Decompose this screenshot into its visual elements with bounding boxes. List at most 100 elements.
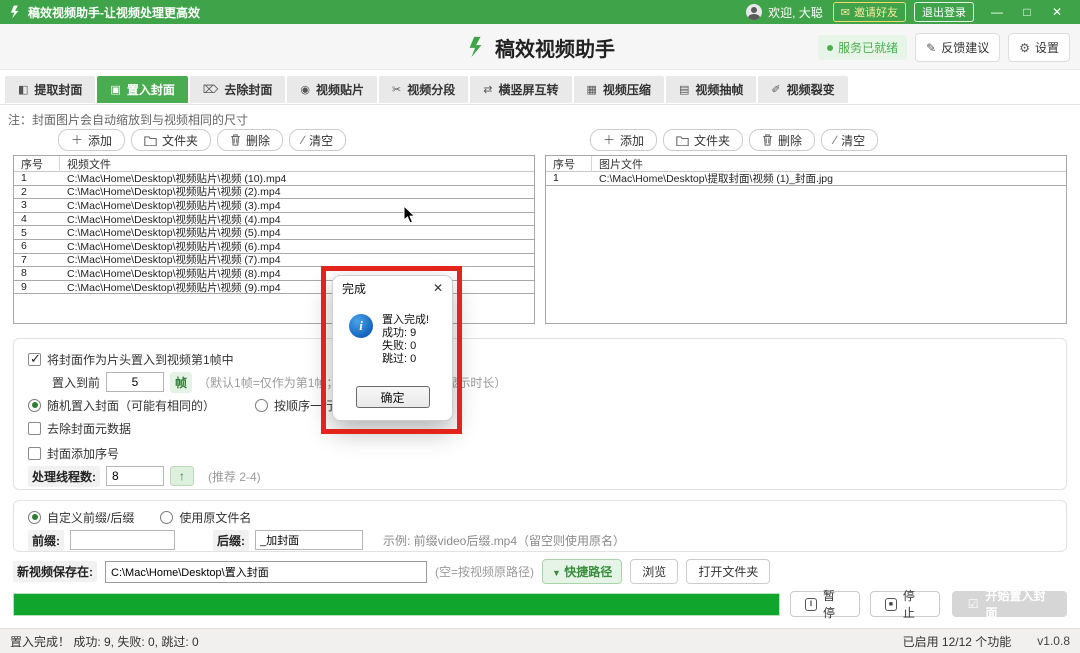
gear-icon: ⚙ <box>1019 41 1030 55</box>
tab-bar: ◧ 提取封面 ▣置入封面⌦去除封面 ◉ 视频贴片 ✂ 视频分段 ⇄横竖屏互转▦视频压缩 ▤ 视频抽… <box>5 76 1075 104</box>
image-panel: ＋ 添加 文件夹 删除 ∕ 清空 序号 图片文件 1C:\Mac\Home\De… <box>545 129 1067 324</box>
feedback-button[interactable]: ✎ 反馈建议 <box>915 33 1000 62</box>
dialog-fail-count: 失败: 0 <box>382 340 429 353</box>
tab-remove-cover[interactable]: ⌦去除封面 <box>190 76 286 103</box>
options-panel: 将封面作为片头置入到视频第1帧中 置入到前 帧 （默认1帧=仅作为第1帧；设置多… <box>13 338 1067 490</box>
open-folder-button[interactable]: 打开文件夹 <box>686 559 770 584</box>
add-image-button[interactable]: ＋ 添加 <box>590 129 657 151</box>
dialog-ok-button[interactable]: 确定 <box>356 386 430 408</box>
frames-unit-label: 帧 <box>170 372 192 393</box>
tab-label: 视频裂变 <box>787 81 835 98</box>
video-split-icon: ✂ <box>392 83 401 96</box>
dialog-skip-count: 跳过: 0 <box>382 353 429 366</box>
save-path-row: 新视频保存在: (空=按视频原路径) ▼ 快捷路径 浏览 打开文件夹 <box>13 559 1067 584</box>
clear-pen-icon: ∕ <box>302 134 304 146</box>
embed-first-frame-checkbox[interactable] <box>28 353 41 366</box>
browse-button[interactable]: 浏览 <box>630 559 678 584</box>
custom-affix-radio[interactable] <box>28 511 41 524</box>
add-index-checkbox[interactable] <box>28 447 41 460</box>
tab-label: 去除封面 <box>224 81 272 98</box>
tab-video-sticker[interactable]: ◉ 视频贴片 <box>287 76 377 103</box>
row-index: 6 <box>14 240 60 252</box>
status-bar: 置入完成！ 成功: 9, 失败: 0, 跳过: 0 已启用 12/12 个功能 … <box>0 628 1080 653</box>
add-video-button[interactable]: ＋ 添加 <box>58 129 125 151</box>
start-insert-button[interactable]: ☑ 开始置入封面 <box>952 591 1067 617</box>
features-enabled: 已启用 12/12 个功能 <box>903 633 1012 650</box>
delete-image-button[interactable]: 删除 <box>749 129 815 151</box>
page-title: 稿效视频助手 <box>495 33 615 62</box>
maximize-button[interactable]: □ <box>1012 5 1042 19</box>
add-index-label: 封面添加序号 <box>47 445 119 462</box>
minimize-button[interactable]: — <box>982 5 1012 19</box>
video-table: 序号 视频文件 1C:\Mac\Home\Desktop\视频贴片\视频 (10… <box>13 155 535 324</box>
naming-example: 示例: 前缀video后缀.mp4（留空则使用原名） <box>383 532 625 549</box>
tab-label: 视频分段 <box>407 81 455 98</box>
stop-icon: ■ <box>885 598 897 611</box>
dialog-close-icon[interactable]: ✕ <box>433 281 443 295</box>
table-row[interactable]: 1C:\Mac\Home\Desktop\提取封面\视频 (1)_封面.jpg <box>546 172 1066 186</box>
clear-video-button[interactable]: ∕ 清空 <box>289 129 346 151</box>
note-text: 注：封面图片会自动缩放到与视频相同的尺寸 <box>8 111 248 128</box>
feedback-pen-icon: ✎ <box>926 41 936 55</box>
tab-insert-cover[interactable]: ▣置入封面 <box>97 76 187 103</box>
tab-frame-extract[interactable]: ▤ 视频抽帧 <box>666 76 756 103</box>
remove-metadata-checkbox[interactable] <box>28 422 41 435</box>
save-path-input[interactable] <box>105 561 427 583</box>
random-insert-radio[interactable] <box>28 399 41 412</box>
suffix-input[interactable] <box>255 530 363 550</box>
add-video-folder-button[interactable]: 文件夹 <box>131 129 211 151</box>
row-index: 9 <box>14 281 60 293</box>
frame-extract-icon: ▤ <box>679 83 689 96</box>
add-image-folder-button[interactable]: 文件夹 <box>663 129 743 151</box>
settings-button[interactable]: ⚙ 设置 <box>1008 33 1070 62</box>
pause-button[interactable]: ‖ 暂停 <box>790 591 860 617</box>
tab-video-split[interactable]: ✂ 视频分段 <box>379 76 468 103</box>
status-dot-icon <box>827 45 833 51</box>
prefix-input[interactable] <box>70 530 175 550</box>
progress-bar <box>13 593 780 616</box>
extract-cover-icon: ◧ <box>18 83 28 96</box>
stop-button[interactable]: ■ 停止 <box>870 591 940 617</box>
tab-extract-cover[interactable]: ◧ 提取封面 <box>5 76 95 103</box>
original-name-radio[interactable] <box>160 511 173 524</box>
image-table-header: 序号 图片文件 <box>546 156 1066 172</box>
dialog-title: 完成 <box>342 280 366 297</box>
logout-button[interactable]: 退出登录 <box>914 2 974 22</box>
video-panel: ＋ 添加 文件夹 删除 ∕ 清空 序号 视频文件 1C:\Mac\Home\De… <box>13 129 535 324</box>
envelope-icon: ✉ <box>841 6 850 19</box>
threads-up-button[interactable]: ↑ <box>170 466 194 486</box>
sequential-insert-radio[interactable] <box>255 399 268 412</box>
threads-input[interactable] <box>106 466 164 486</box>
tab-video-fission[interactable]: ✐视频裂变 <box>758 76 847 103</box>
suffix-label: 后缀: <box>213 530 249 551</box>
random-insert-label: 随机置入封面（可能有相同的） <box>47 397 215 414</box>
quick-path-button[interactable]: ▼ 快捷路径 <box>542 559 622 584</box>
plus-icon: ＋ <box>71 134 83 146</box>
pause-icon: ‖ <box>805 598 817 611</box>
remove-metadata-label: 去除封面元数据 <box>47 420 131 437</box>
tab-label: 视频抽帧 <box>695 81 743 98</box>
dialog-body: i 置入完成! 成功: 9 失败: 0 跳过: 0 <box>333 300 452 366</box>
progress-fill <box>14 594 779 615</box>
tab-label: 提取封面 <box>34 81 82 98</box>
tab-orientation-convert[interactable]: ⇄横竖屏互转 <box>470 76 571 103</box>
tab-video-compress[interactable]: ▦视频压缩 <box>574 76 664 103</box>
custom-affix-label: 自定义前缀/后缀 <box>47 509 134 526</box>
clear-image-button[interactable]: ∕ 清空 <box>821 129 878 151</box>
close-button[interactable]: ✕ <box>1042 5 1072 19</box>
tab-label: 视频贴片 <box>316 81 364 98</box>
video-sticker-icon: ◉ <box>300 83 310 96</box>
row-index: 1 <box>546 172 592 184</box>
folder-icon <box>676 135 689 146</box>
invite-friends-button[interactable]: ✉ 邀请好友 <box>833 2 906 22</box>
table-row[interactable]: 9C:\Mac\Home\Desktop\视频贴片\视频 (9).mp4 <box>14 281 534 295</box>
user-avatar[interactable] <box>746 4 762 20</box>
orientation-convert-icon: ⇄ <box>483 83 492 96</box>
threads-label: 处理线程数: <box>28 466 100 487</box>
image-toolbar: ＋ 添加 文件夹 删除 ∕ 清空 <box>590 129 1067 151</box>
frames-count-input[interactable] <box>106 372 164 392</box>
save-path-label: 新视频保存在: <box>13 561 97 582</box>
insert-cover-icon: ▣ <box>110 83 120 96</box>
delete-video-button[interactable]: 删除 <box>217 129 283 151</box>
row-file-path: C:\Mac\Home\Desktop\提取封面\视频 (1)_封面.jpg <box>592 171 1066 186</box>
